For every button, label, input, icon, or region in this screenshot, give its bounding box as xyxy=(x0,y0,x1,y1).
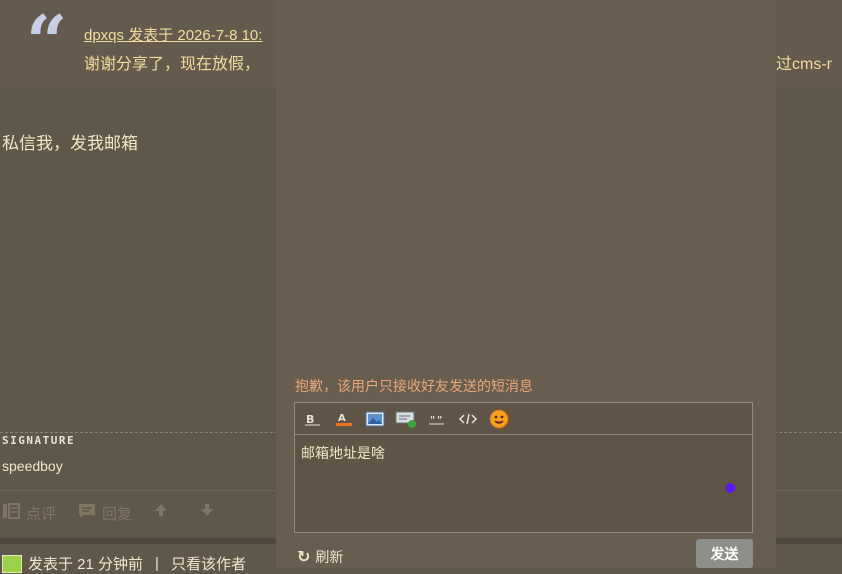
code-icon xyxy=(458,413,477,424)
arrow-up-icon xyxy=(154,503,168,522)
signature-text: speedboy xyxy=(2,458,63,474)
link-icon xyxy=(395,411,416,428)
send-button[interactable]: 发送 xyxy=(696,539,753,568)
quote-text-tail: 过cms-r xyxy=(776,56,832,73)
cursor-indicator xyxy=(725,483,735,493)
editor-toolbar: B A " " xyxy=(295,403,752,435)
footer-separator: | xyxy=(155,555,159,572)
online-badge-icon xyxy=(2,554,22,573)
quote-button[interactable]: " " xyxy=(421,407,452,431)
signature-label: SIGNATURE xyxy=(2,434,76,447)
smiley-icon xyxy=(489,409,508,428)
image-icon xyxy=(365,411,384,426)
message-input[interactable]: 邮箱地址是啥 xyxy=(295,435,752,471)
rate-label: 点评 xyxy=(26,506,57,523)
post-body: 私信我，发我邮箱 xyxy=(2,134,138,153)
upvote-button[interactable] xyxy=(154,503,168,522)
font-color-icon: A xyxy=(335,413,352,426)
post-footer: 发表于 21 分钟前 | 只看该作者 xyxy=(2,553,246,574)
font-color-button[interactable]: A xyxy=(328,407,359,431)
code-button[interactable] xyxy=(452,407,483,431)
message-editor: B A " " 邮箱地址是啥 xyxy=(294,402,753,533)
arrow-down-icon xyxy=(200,503,214,522)
image-button[interactable] xyxy=(359,407,390,431)
link-button[interactable] xyxy=(390,407,421,431)
dialog-notice: 抱歉，该用户只接收好友发送的短消息 xyxy=(295,378,533,394)
rate-icon xyxy=(2,503,20,524)
quote-meta-link[interactable]: dpxqs 发表于 2026-7-8 10: xyxy=(84,24,262,45)
post-time: 发表于 21 分钟前 xyxy=(28,556,144,573)
refresh-button[interactable]: ↻ 刷新 xyxy=(297,547,343,567)
reply-icon xyxy=(78,503,96,524)
message-dialog: 抱歉，该用户只接收好友发送的短消息 B A " " 邮箱地址是啥 ↻ 刷新 发送 xyxy=(276,0,776,568)
svg-text:B: B xyxy=(306,413,314,426)
refresh-label: 刷新 xyxy=(315,549,344,565)
reply-button[interactable]: 回复 xyxy=(78,503,132,524)
quote-icon: " " xyxy=(428,415,444,425)
refresh-icon: ↻ xyxy=(297,549,311,566)
only-author-link[interactable]: 只看该作者 xyxy=(171,553,246,574)
reply-label: 回复 xyxy=(102,506,133,523)
bold-icon: B xyxy=(304,413,320,426)
downvote-button[interactable] xyxy=(200,503,214,522)
smiley-button[interactable] xyxy=(483,407,514,431)
quote-mark-icon: “ xyxy=(26,0,68,84)
svg-text:A: A xyxy=(338,413,346,424)
rate-button[interactable]: 点评 xyxy=(2,503,56,524)
bold-button[interactable]: B xyxy=(297,407,328,431)
